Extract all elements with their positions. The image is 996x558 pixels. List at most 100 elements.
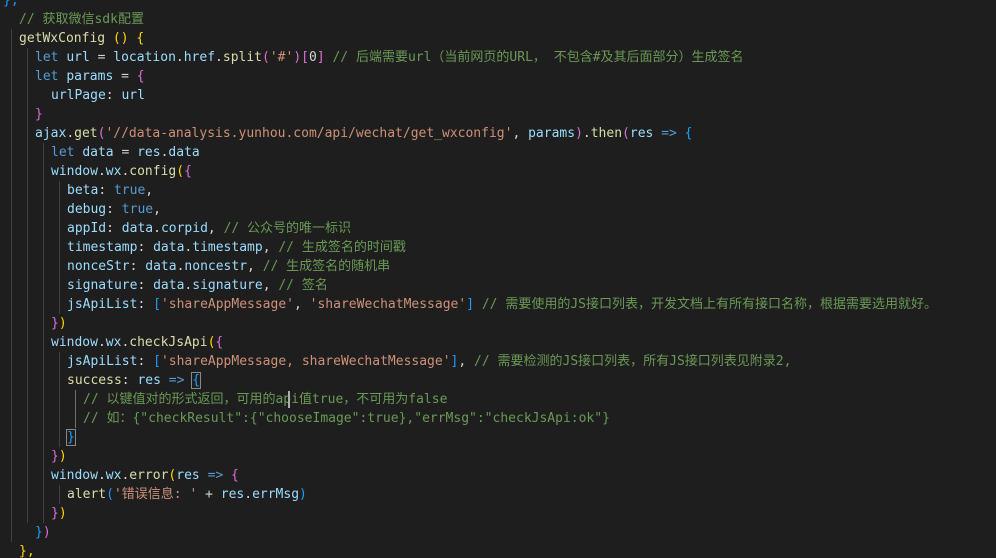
code-token: url xyxy=(121,88,145,103)
code-token: window xyxy=(51,335,98,350)
code-token: : xyxy=(137,354,154,369)
code-line[interactable]: } xyxy=(35,105,43,124)
code-token: : xyxy=(106,221,122,236)
code-line[interactable]: // 以键值对的形式返回，可用的api值true，不可用为false xyxy=(83,390,447,409)
code-token: // 获取微信sdk配置 xyxy=(19,12,144,27)
code-token: getWxConfig xyxy=(19,31,106,46)
code-token: : xyxy=(105,88,122,103)
code-token: jsApiList xyxy=(67,297,138,312)
code-token: . xyxy=(97,164,106,179)
code-token: // 需要检测的JS接口列表，所有JS接口列表见附录2, xyxy=(474,354,792,369)
code-line[interactable]: success: res => { xyxy=(67,371,202,390)
code-token: errMsg xyxy=(252,487,300,502)
code-line[interactable]: debug: true, xyxy=(67,200,161,219)
code-token: params xyxy=(66,69,114,84)
code-line[interactable]: }, xyxy=(3,0,19,10)
code-line[interactable]: // 获取微信sdk配置 xyxy=(19,10,144,29)
code-token: config xyxy=(129,164,177,179)
code-line[interactable]: }) xyxy=(51,447,67,466)
code-token: // 生成签名的随机串 xyxy=(262,259,391,274)
code-token: . xyxy=(215,50,223,65)
code-line[interactable]: signature: data.signature, // 签名 xyxy=(67,276,328,295)
code-token: ] xyxy=(316,50,325,65)
code-line[interactable]: urlPage: url xyxy=(51,86,145,105)
code-line[interactable]: }) xyxy=(51,504,67,523)
code-line[interactable]: let data = res.data xyxy=(51,143,200,162)
code-token: { xyxy=(215,335,224,350)
code-line[interactable]: window.wx.checkJsApi({ xyxy=(51,333,223,352)
code-token: , xyxy=(262,240,279,255)
code-token: let xyxy=(35,50,59,65)
code-line[interactable]: // 如：{"checkResult":{"chooseImage":true}… xyxy=(83,409,610,428)
code-token: href xyxy=(183,50,216,65)
code-token: res xyxy=(629,126,654,141)
code-token: . xyxy=(66,126,75,141)
code-token: true xyxy=(113,183,146,198)
code-token: '#' xyxy=(269,50,294,65)
code-line[interactable]: nonceStr: data.noncestr, // 生成签名的随机串 xyxy=(67,257,390,276)
code-line[interactable]: jsApiList: ['shareAppMessage', 'shareWec… xyxy=(67,295,937,314)
code-token: data xyxy=(82,145,114,160)
code-line[interactable]: getWxConfig () { xyxy=(19,29,144,48)
code-token: { xyxy=(136,69,145,84)
code-token: ( xyxy=(106,487,114,502)
code-line[interactable]: } xyxy=(66,428,76,447)
code-token: res xyxy=(220,487,245,502)
code-line[interactable]: let params = { xyxy=(35,67,145,86)
code-line[interactable]: }, xyxy=(19,542,35,558)
code-line[interactable]: appId: data.corpid, // 公众号的唯一标识 xyxy=(67,219,351,238)
code-token: data xyxy=(153,278,185,293)
code-token: wx xyxy=(105,468,122,483)
code-token: checkJsApi xyxy=(129,335,208,350)
code-token: } xyxy=(51,506,59,521)
code-token: error xyxy=(129,468,169,483)
code-token: ) xyxy=(58,449,67,464)
code-token: location xyxy=(113,50,176,65)
code-token: } xyxy=(35,525,43,540)
code-token: [ xyxy=(153,297,161,312)
code-token: then xyxy=(590,126,623,141)
code-line[interactable]: window.wx.error(res => { xyxy=(51,466,239,485)
code-line[interactable]: beta: true, xyxy=(67,181,153,200)
code-token: { xyxy=(191,372,202,389)
code-token: urlPage xyxy=(51,88,106,103)
code-token: window xyxy=(51,468,98,483)
code-token: : xyxy=(98,183,114,198)
code-token: , xyxy=(512,126,529,141)
code-token: beta xyxy=(67,183,99,198)
code-token: , xyxy=(207,221,224,236)
code-token: data xyxy=(121,221,154,236)
code-token: } xyxy=(51,316,59,331)
code-token: // 以键值对的形式返回，可用的api值true，不可用为false xyxy=(83,392,448,407)
code-token: + xyxy=(197,487,221,502)
code-line[interactable]: ajax.get('//data-analysis.yunhou.com/api… xyxy=(35,124,693,143)
code-token: = xyxy=(113,145,138,160)
code-editor[interactable]: },// 获取微信sdk配置 getWxConfig () {let url = … xyxy=(0,0,996,558)
code-line[interactable]: window.wx.config({ xyxy=(51,162,192,181)
code-token: [ xyxy=(301,50,309,65)
code-token: = xyxy=(89,50,114,65)
code-line[interactable]: }) xyxy=(35,523,51,542)
code-line[interactable]: jsApiList: ['shareAppMessage, shareWecha… xyxy=(67,352,791,371)
code-line[interactable]: }) xyxy=(51,314,67,333)
code-line[interactable]: let url = location.href.split('#')[0] //… xyxy=(35,48,744,67)
code-line[interactable]: alert('错误信息: ' + res.errMsg) xyxy=(67,485,307,504)
code-token: => xyxy=(661,126,677,141)
indent-guide xyxy=(27,48,28,523)
code-token: ( xyxy=(262,50,270,65)
code-token: . xyxy=(582,126,591,141)
code-token: true xyxy=(121,202,154,217)
code-token: let xyxy=(35,69,59,84)
code-token: { xyxy=(684,126,693,141)
code-token: . xyxy=(97,335,106,350)
code-token: '错误信息: ' xyxy=(113,487,198,502)
indent-guide xyxy=(11,29,12,542)
code-line[interactable]: timestamp: data.timestamp, // 生成签名的时间戳 xyxy=(67,238,406,257)
indent-guide xyxy=(43,143,44,523)
text-cursor xyxy=(288,391,290,408)
code-token: data xyxy=(145,259,177,274)
